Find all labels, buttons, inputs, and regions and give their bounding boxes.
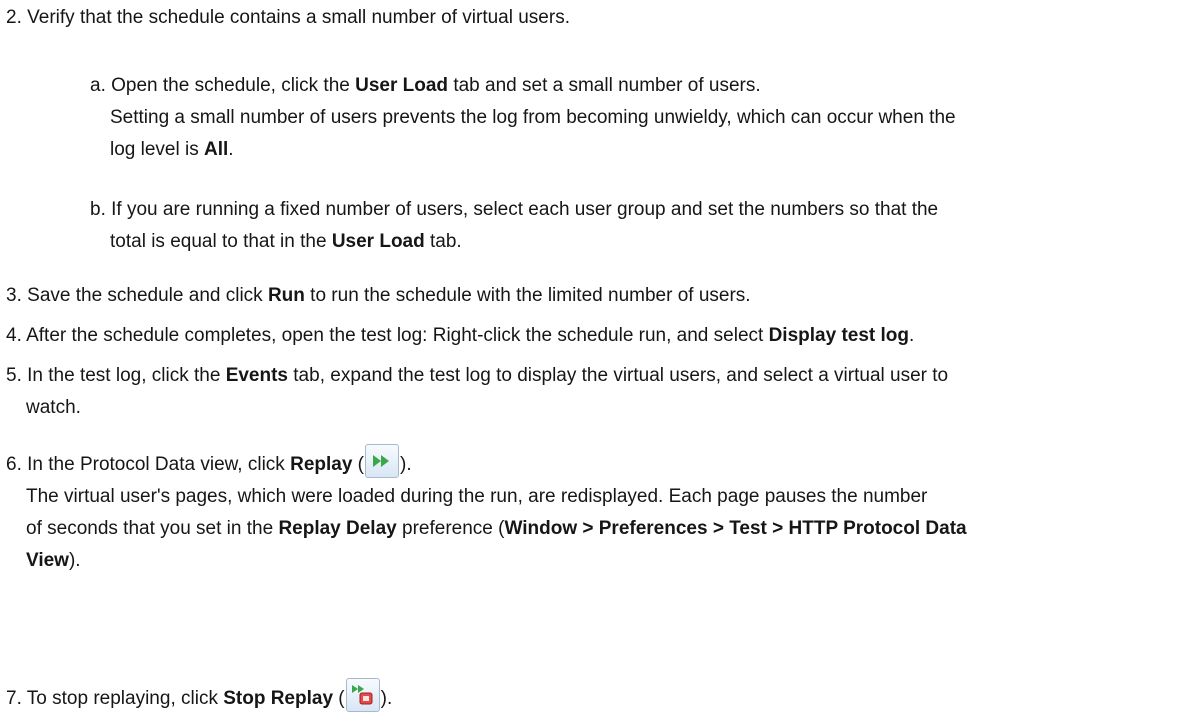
step-5-line: 5. In the test log, click the Events tab… <box>6 360 1191 392</box>
step-3: 3. Save the schedule and click Run to ru… <box>6 280 1191 312</box>
step-number: 4. <box>6 325 22 346</box>
ui-term-events: Events <box>225 365 288 386</box>
para-line: of seconds that you set in the Replay De… <box>26 513 1191 545</box>
step-7: 7. To stop replaying, click Stop Replay … <box>6 678 1191 715</box>
step-number: 5. <box>6 365 22 386</box>
step-text: tab, expand the test log to display the … <box>288 365 949 386</box>
ui-term-view: View <box>26 550 69 571</box>
note-line: Setting a small number of users prevents… <box>110 107 956 128</box>
step-text: If you are running a fixed number of use… <box>111 199 939 220</box>
para-text: of seconds that you set in the <box>26 518 279 539</box>
step-text: tab and set a small number of users. <box>448 75 761 96</box>
step-text: Save the schedule and click <box>27 285 268 306</box>
step-text: Open the schedule, click the <box>111 75 356 96</box>
step-text: ). <box>400 454 412 475</box>
step-text: To stop replaying, click <box>26 688 224 709</box>
step-text: In the Protocol Data view, click <box>27 454 291 475</box>
ui-term-menu-path: Window > Preferences > Test > HTTP Proto… <box>504 518 967 539</box>
step-2b-line: b. If you are running a fixed number of … <box>90 194 1185 226</box>
step-5-line-2: watch. <box>26 397 81 418</box>
para-text: ). <box>68 550 81 571</box>
stop-replay-icon <box>345 678 380 712</box>
step-2a-line: a. Open the schedule, click the User Loa… <box>90 70 1185 102</box>
para-line: The virtual user's pages, which were loa… <box>26 486 928 507</box>
step-text: Verify that the schedule contains a smal… <box>27 7 570 28</box>
step-text: . <box>909 325 915 346</box>
step-text: ( <box>333 688 345 709</box>
step-6: 6. In the Protocol Data view, click Repl… <box>6 444 1191 577</box>
ui-term-user-load: User Load <box>355 75 449 96</box>
step-2a: a. Open the schedule, click the User Loa… <box>90 70 1185 166</box>
note-text: log level is <box>110 139 204 160</box>
step-2b: b. If you are running a fixed number of … <box>90 194 1185 258</box>
note-line: log level is All. <box>110 134 1185 166</box>
step-4: 4. After the schedule completes, open th… <box>6 320 1191 352</box>
step-6-line: 6. In the Protocol Data view, click Repl… <box>6 444 1191 481</box>
ui-term-stop-replay: Stop Replay <box>223 688 334 709</box>
ui-term-run: Run <box>267 285 305 306</box>
step-6-paragraph: The virtual user's pages, which were loa… <box>6 481 1191 577</box>
step-text: In the test log, click the <box>27 365 226 386</box>
step-number: 7. <box>6 688 22 709</box>
step-2a-note: Setting a small number of users prevents… <box>90 102 1185 166</box>
para-line: View). <box>26 545 1191 577</box>
step-text: ( <box>352 454 365 475</box>
step-2: 2. Verify that the schedule contains a s… <box>6 2 1191 34</box>
ui-term-replay-delay: Replay Delay <box>278 518 397 539</box>
step-5: 5. In the test log, click the Events tab… <box>6 360 1191 424</box>
step-number: b. <box>90 199 106 220</box>
step-number: 2. <box>6 7 22 28</box>
step-text: After the schedule completes, open the t… <box>26 325 769 346</box>
step-number: 3. <box>6 285 22 306</box>
ui-term-user-load: User Load <box>331 231 425 252</box>
step-number: a. <box>90 75 106 96</box>
note-text: . <box>228 139 234 160</box>
step-number: 6. <box>6 454 22 475</box>
step-text: tab. <box>424 231 462 252</box>
step-text: total is equal to that in the <box>110 231 332 252</box>
para-text: preference ( <box>396 518 505 539</box>
ui-term-replay: Replay <box>290 454 353 475</box>
step-2b-line-2: total is equal to that in the User Load … <box>90 226 1185 258</box>
step-text: to run the schedule with the limited num… <box>304 285 751 306</box>
replay-icon <box>365 444 400 478</box>
step-text: ). <box>380 688 393 709</box>
ui-term-all: All <box>204 139 229 160</box>
ui-term-display-test-log: Display test log <box>768 325 909 346</box>
